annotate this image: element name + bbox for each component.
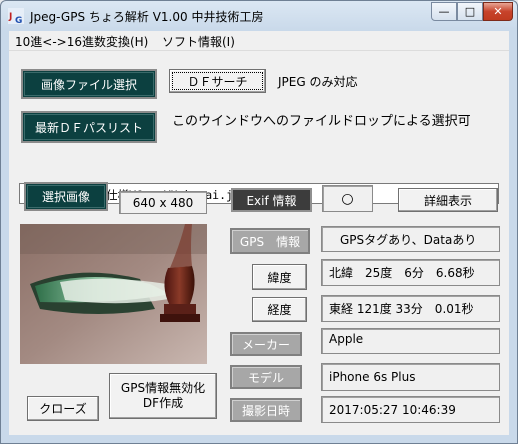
app-window: J G Jpeg-GPS ちょろ解析 V1.00 中井技術工房 — □ ✕ 10… [0, 0, 518, 444]
title-bar[interactable]: J G Jpeg-GPS ちょろ解析 V1.00 中井技術工房 — □ ✕ [1, 1, 517, 30]
menu-bar: 10進<->16進数変換(H) ソフト情報(I) [9, 31, 509, 51]
maker-field: Apple [321, 328, 500, 354]
model-field: iPhone 6s Plus [321, 363, 500, 391]
selected-image-preview [20, 224, 207, 364]
exif-present-indicator: ○ [322, 185, 373, 212]
recent-df-path-list-button[interactable]: 最新ＤＦパスリスト [21, 111, 157, 143]
minimize-button[interactable]: — [431, 2, 457, 21]
gps-status-field: GPSタグあり、Dataあり [321, 226, 500, 252]
menu-hex-converter[interactable]: 10進<->16進数変換(H) [15, 33, 148, 50]
latitude-field: 北緯 25度 6分 6.68秒 [321, 259, 500, 286]
image-size-field: 640 x 480 [119, 191, 207, 214]
longitude-field: 東経 121度 33分 0.01秒 [321, 295, 500, 322]
jpeg-only-label: JPEG のみ対応 [278, 75, 358, 89]
svg-text:G: G [15, 16, 22, 24]
maker-button[interactable]: メーカー [230, 332, 302, 356]
gps-disable-label-line2: DF作成 [142, 396, 184, 410]
latitude-button[interactable]: 緯度 [252, 264, 307, 290]
gps-disable-label-line1: GPS情報無効化 [120, 381, 206, 395]
menu-software-info[interactable]: ソフト情報(I) [162, 33, 235, 50]
gps-info-button[interactable]: GPS 情報 [230, 228, 310, 254]
file-drop-hint-label: このウインドウへのファイルドロップによる選択可 [172, 114, 471, 129]
datetime-field: 2017:05:27 10:46:39 [321, 396, 500, 423]
close-window-button[interactable]: ✕ [483, 2, 513, 21]
detail-view-button[interactable]: 詳細表示 [398, 188, 498, 212]
maximize-button[interactable]: □ [457, 2, 483, 21]
jade-cabbage-photo [20, 224, 207, 364]
exif-info-button[interactable]: Exif 情報 [231, 188, 312, 212]
selected-image-button[interactable]: 選択画像 [24, 182, 108, 211]
client-area: 10進<->16進数変換(H) ソフト情報(I) 画像ファイル選択 ＤＦサーチ … [9, 31, 509, 435]
longitude-button[interactable]: 経度 [252, 297, 307, 322]
df-search-button[interactable]: ＤＦサーチ [169, 69, 266, 93]
shot-datetime-button[interactable]: 撮影日時 [230, 398, 302, 422]
close-button[interactable]: クローズ [27, 396, 99, 421]
window-title: Jpeg-GPS ちょろ解析 V1.00 中井技術工房 [30, 10, 264, 24]
gps-disable-df-create-button[interactable]: GPS情報無効化 DF作成 [109, 373, 217, 419]
select-image-file-button[interactable]: 画像ファイル選択 [21, 69, 157, 99]
svg-text:J: J [8, 12, 12, 22]
model-button[interactable]: モデル [230, 365, 302, 389]
app-icon: J G [8, 8, 24, 24]
